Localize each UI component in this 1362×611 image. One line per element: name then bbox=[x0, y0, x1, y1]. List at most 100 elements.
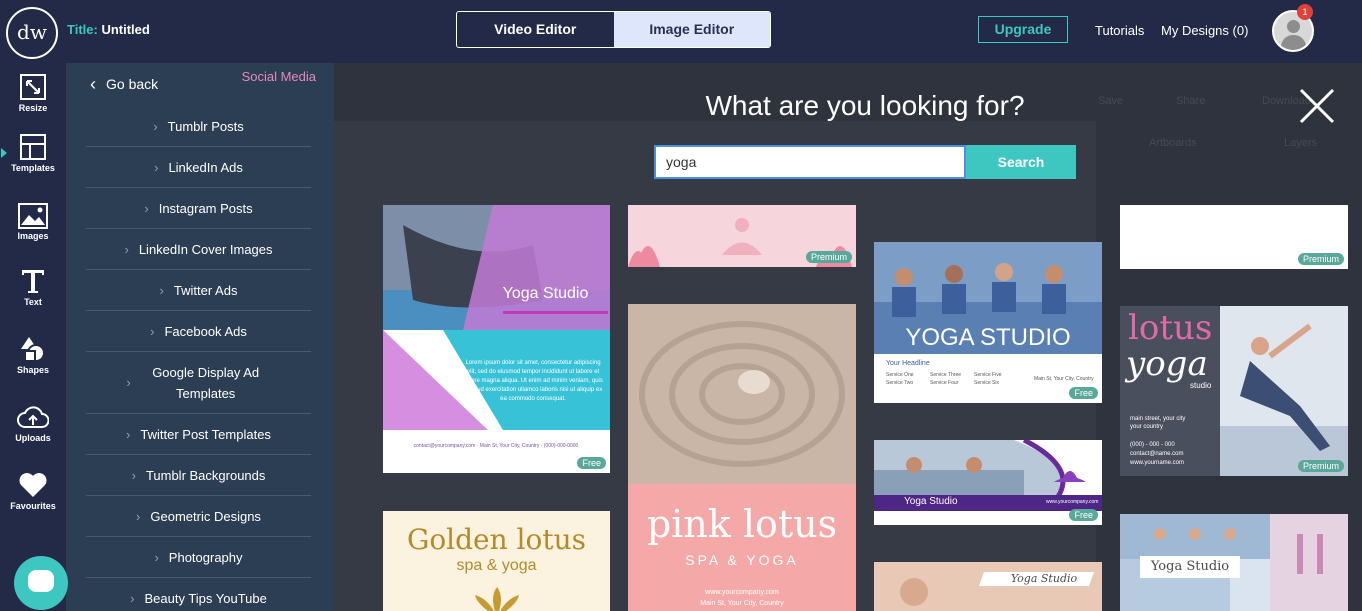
category-item[interactable]: › Geometric Designs bbox=[86, 496, 311, 537]
app-logo[interactable]: dw bbox=[6, 7, 58, 59]
close-icon[interactable] bbox=[1298, 87, 1336, 125]
service-item: Service Two bbox=[886, 380, 914, 386]
title-value[interactable]: Untitled bbox=[101, 22, 149, 37]
notification-badge[interactable]: 1 bbox=[1297, 4, 1313, 20]
category-label: Tumblr Posts bbox=[167, 118, 244, 134]
chat-bubble-icon bbox=[28, 570, 54, 592]
chevron-right-icon: › bbox=[124, 241, 129, 257]
rail-uploads-label: Uploads bbox=[15, 433, 51, 443]
category-item[interactable]: › Facebook Ads bbox=[86, 311, 311, 352]
heart-icon bbox=[19, 473, 47, 497]
category-item[interactable]: › Twitter Ads bbox=[86, 270, 311, 311]
category-item[interactable]: › Photography bbox=[86, 537, 311, 578]
rail-favourites-label: Favourites bbox=[10, 501, 56, 511]
tutorials-link[interactable]: Tutorials bbox=[1095, 23, 1144, 38]
premium-badge: Premium bbox=[1297, 460, 1344, 472]
template-subtitle: studio bbox=[1190, 381, 1212, 390]
image-icon bbox=[18, 203, 48, 229]
rail-uploads[interactable]: Uploads bbox=[0, 405, 66, 443]
template-title: YOGA STUDIO bbox=[905, 324, 1071, 351]
rail-favourites[interactable]: Favourites bbox=[0, 471, 66, 511]
chevron-right-icon: › bbox=[126, 375, 131, 390]
template-headline: Your Headline bbox=[886, 360, 930, 367]
image-editor-tab[interactable]: Image Editor bbox=[613, 12, 770, 47]
template-subtitle: spa & yoga bbox=[456, 557, 537, 574]
free-badge: Free bbox=[1069, 387, 1098, 399]
editor-mode-switch: Video Editor Image Editor bbox=[456, 11, 771, 48]
premium-badge: Premium bbox=[805, 251, 852, 263]
service-item: Service Three bbox=[930, 372, 962, 378]
search-button[interactable]: Search bbox=[966, 145, 1076, 179]
chevron-right-icon: › bbox=[159, 282, 164, 298]
search-heading: What are you looking for? bbox=[705, 90, 1025, 121]
category-label: Instagram Posts bbox=[158, 200, 253, 216]
category-label: Geometric Designs bbox=[150, 508, 261, 524]
panel-category: Social Media bbox=[241, 69, 316, 84]
template-email: contact@name.com bbox=[1130, 451, 1184, 457]
chevron-left-icon: ‹ bbox=[90, 74, 96, 94]
ghost-artboards-toggle: Artboards bbox=[1149, 137, 1197, 149]
document-title[interactable]: Title: Untitled bbox=[67, 22, 150, 37]
rail-images-label: Images bbox=[17, 231, 49, 241]
video-editor-tab[interactable]: Video Editor bbox=[457, 12, 614, 47]
go-back-button[interactable]: ‹ Go back bbox=[90, 73, 158, 94]
rail-text-label: Text bbox=[24, 297, 42, 307]
title-label: Title: bbox=[67, 22, 98, 37]
category-label: Twitter Ads bbox=[173, 282, 238, 298]
ghost-layers-toggle: Layers bbox=[1284, 137, 1318, 149]
template-title: Golden lotus bbox=[406, 523, 587, 556]
category-item[interactable]: › LinkedIn Cover Images bbox=[86, 229, 311, 270]
template-title: Yoga Studio bbox=[502, 285, 589, 302]
rail-text[interactable]: Text bbox=[0, 267, 66, 307]
templates-icon bbox=[20, 134, 46, 160]
template-card[interactable]: Yoga Studio Lorem ipsum dolor sit amet, … bbox=[383, 205, 610, 473]
template-card[interactable]: YOGA STUDIO Your Headline Service One Se… bbox=[874, 242, 1102, 403]
category-item[interactable]: › Google Display Ad Templates bbox=[86, 352, 311, 414]
template-card[interactable]: lotus yoga studio main street, your city… bbox=[1120, 306, 1348, 476]
template-address: Main St, Your City, Country bbox=[1034, 376, 1094, 382]
search-input[interactable] bbox=[654, 145, 966, 179]
rail-templates[interactable]: Templates bbox=[0, 133, 66, 173]
template-title: Yoga Studio bbox=[1010, 572, 1078, 585]
rail-resize-label: Resize bbox=[18, 103, 48, 113]
template-country: your country bbox=[1130, 424, 1164, 430]
template-card[interactable]: Yoga Studio bbox=[1120, 514, 1348, 611]
my-designs-link[interactable]: My Designs (0) bbox=[1161, 23, 1248, 38]
category-item[interactable]: › Tumblr Posts bbox=[86, 106, 311, 147]
rail-images[interactable]: Images bbox=[0, 203, 66, 241]
template-card[interactable]: Premium bbox=[628, 205, 856, 267]
template-card[interactable]: Yoga Studio www.yourcompany.com Free bbox=[874, 440, 1102, 525]
category-label: LinkedIn Ads bbox=[168, 159, 243, 175]
free-badge: Free bbox=[1069, 509, 1098, 521]
template-footer: www.yourcompany.com bbox=[705, 589, 779, 596]
top-bar: dw Title: Untitled Video Editor Image Ed… bbox=[0, 0, 1362, 63]
chevron-right-icon: › bbox=[131, 467, 136, 483]
template-card[interactable]: Premium bbox=[1120, 205, 1348, 269]
chat-widget-button[interactable] bbox=[14, 556, 68, 610]
resize-icon bbox=[20, 74, 46, 100]
category-item[interactable]: › Beauty Tips YouTube bbox=[86, 578, 311, 611]
category-item[interactable]: › Instagram Posts bbox=[86, 188, 311, 229]
category-item[interactable]: › LinkedIn Ads bbox=[86, 147, 311, 188]
category-item[interactable]: › Tumblr Backgrounds bbox=[86, 455, 311, 496]
upgrade-button[interactable]: Upgrade bbox=[978, 16, 1068, 43]
template-url: www.yourcompany.com bbox=[1046, 499, 1099, 505]
avatar-head-shape bbox=[1287, 20, 1300, 33]
rail-shapes[interactable]: Shapes bbox=[0, 335, 66, 375]
text-icon bbox=[22, 270, 44, 293]
template-card[interactable]: Golden lotus spa & yoga bbox=[383, 511, 610, 611]
template-title: lotus bbox=[1128, 308, 1213, 348]
category-item[interactable]: › Twitter Post Templates bbox=[86, 414, 311, 455]
rail-resize[interactable]: Resize bbox=[0, 73, 66, 113]
rail-shapes-label: Shapes bbox=[16, 365, 49, 375]
template-address: main street, your city bbox=[1130, 416, 1186, 422]
template-title: Yoga Studio bbox=[904, 496, 958, 507]
category-label: Beauty Tips YouTube bbox=[144, 590, 267, 606]
avatar-body-shape bbox=[1281, 35, 1306, 50]
template-web: www.yourname.com bbox=[1130, 460, 1185, 466]
template-card[interactable]: Yoga Studio bbox=[874, 562, 1102, 611]
template-card[interactable]: pink lotus SPA & YOGA www.yourcompany.co… bbox=[628, 304, 856, 611]
chevron-right-icon: › bbox=[144, 200, 149, 216]
free-badge: Free bbox=[577, 457, 606, 469]
templates-panel: ‹ Go back Social Media › Tumblr Posts › Lin… bbox=[66, 63, 334, 611]
